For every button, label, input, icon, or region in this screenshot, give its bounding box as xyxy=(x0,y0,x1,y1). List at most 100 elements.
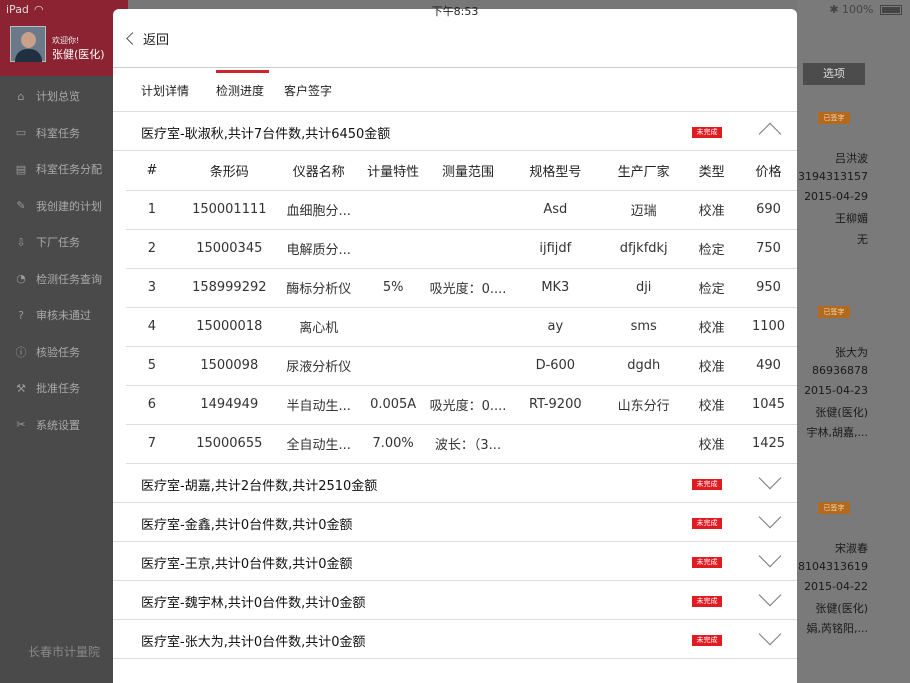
col-range: 测量范围 xyxy=(429,151,507,191)
table-row[interactable]: 6 1494949 半自动生... 0.005A 吸光度：0.... RT-9200 山东分… xyxy=(126,385,797,425)
cell-range xyxy=(429,229,507,269)
table-row[interactable]: 5 1500098 尿液分析仪 D-600 dgdh 校准 490 xyxy=(126,346,797,386)
sidebar-item-label: 计划总览 xyxy=(36,90,80,104)
signed-badge: 已签字 xyxy=(818,502,850,514)
bg-card-line: 张健(医化) xyxy=(815,406,868,419)
cell-model: ijfijdf xyxy=(506,229,605,269)
sidebar-item-dept-tasks[interactable]: ▭ 科室任务 xyxy=(0,115,128,152)
cell-instrument-name: 电解质分... xyxy=(280,229,357,269)
group-header[interactable]: 医疗室-王京,共计0台件数,共计0金额 未完成 xyxy=(113,542,797,581)
col-barcode: 条形码 xyxy=(177,151,281,191)
avatar xyxy=(10,26,46,62)
group-title: 医疗室-金鑫,共计0台件数,共计0金额 xyxy=(141,517,353,533)
bg-card-line: 王柳媚 xyxy=(835,212,868,225)
sidebar-item-task-query[interactable]: ◔ 检测任务查询 xyxy=(0,261,128,298)
status-badge: 未完成 xyxy=(692,595,722,607)
sidebar-item-label: 批准任务 xyxy=(36,382,80,396)
chevron-down-icon[interactable] xyxy=(758,583,782,606)
col-index: # xyxy=(126,151,178,191)
cell-price: 490 xyxy=(740,346,797,386)
cell-price: 690 xyxy=(740,190,797,230)
bg-card-line: 13194313157 xyxy=(791,170,868,183)
group-title: 医疗室-魏宇林,共计0台件数,共计0金额 xyxy=(141,595,366,611)
cell-index: 1 xyxy=(126,190,178,230)
sidebar-item-review-failed[interactable]: ? 审核未通过 xyxy=(0,297,128,334)
active-tab-indicator xyxy=(216,70,269,73)
cell-instrument-name: 离心机 xyxy=(280,307,357,347)
group-header[interactable]: 医疗室-金鑫,共计0台件数,共计0金额 未完成 xyxy=(113,503,797,542)
sidebar-item-label: 检测任务查询 xyxy=(36,272,102,286)
col-instrument-name: 仪器名称 xyxy=(280,151,357,191)
sidebar-item-approve-tasks[interactable]: ⚒ 批准任务 xyxy=(0,370,128,407)
group-header[interactable]: 医疗室-耿淑秋,共计7台件数,共计6450金额 未完成 xyxy=(113,112,797,151)
cell-barcode: 1494949 xyxy=(177,385,281,425)
cell-manufacturer: dfjkfdkj xyxy=(604,229,684,269)
cell-model: RT-9200 xyxy=(506,385,605,425)
cell-manufacturer xyxy=(604,424,684,464)
cell-type: 校准 xyxy=(683,346,741,386)
sidebar-item-settings[interactable]: ✂ 系统设置 xyxy=(0,407,128,444)
cell-barcode: 158999292 xyxy=(177,268,281,308)
sidebar-item-label: 我创建的计划 xyxy=(36,199,102,213)
cell-instrument-name: 酶标分析仪 xyxy=(280,268,357,308)
cell-model: ay xyxy=(506,307,605,347)
cell-metrology xyxy=(356,190,430,230)
clock-icon: ◔ xyxy=(16,272,26,286)
group-header[interactable]: 医疗室-胡嘉,共计2台件数,共计2510金额 未完成 xyxy=(113,464,797,503)
cell-range: 吸光度：0.... xyxy=(429,268,507,308)
col-metrology: 计量特性 xyxy=(356,151,430,191)
cell-range xyxy=(429,307,507,347)
sidebar-menu: ⌂ 计划总览 ▭ 科室任务 ▤ 科室任务分配 ✎ 我创建的计划 ⇩ 下厂任务 ◔… xyxy=(0,78,128,443)
sidebar-item-verify-tasks[interactable]: ⓘ 核验任务 xyxy=(0,334,128,371)
table-row[interactable]: 7 15000655 全自动生... 7.00% 波长：（3... 校准 1425 xyxy=(126,424,797,464)
bg-card-line: 宇林,胡嘉,... xyxy=(806,426,868,439)
sidebar-item-plan-overview[interactable]: ⌂ 计划总览 xyxy=(0,78,128,115)
chevron-down-icon[interactable] xyxy=(758,466,782,489)
welcome-text: 欢迎你! xyxy=(52,36,80,45)
back-button[interactable]: 返回 xyxy=(126,29,170,48)
cell-type: 校准 xyxy=(683,190,741,230)
cell-manufacturer: 迈瑞 xyxy=(604,190,684,230)
status-badge: 未完成 xyxy=(692,127,722,138)
options-button[interactable]: 选项 xyxy=(803,63,865,85)
sidebar-item-my-plans[interactable]: ✎ 我创建的计划 xyxy=(0,188,128,225)
bg-card-line: 吕洪波 xyxy=(835,152,868,165)
back-label: 返回 xyxy=(143,33,170,48)
sidebar-item-label: 核验任务 xyxy=(36,345,80,359)
cell-index: 3 xyxy=(126,268,178,308)
table-row[interactable]: 2 15000345 电解质分... ijfijdf dfjkfdkj 检定 750 xyxy=(126,229,797,269)
group-title: 医疗室-耿淑秋,共计7台件数,共计6450金额 xyxy=(141,127,391,142)
cell-index: 4 xyxy=(126,307,178,347)
cell-barcode: 1500098 xyxy=(177,346,281,386)
cell-type: 检定 xyxy=(683,229,741,269)
table-row[interactable]: 3 158999292 酶标分析仪 5% 吸光度：0.... MK3 dji 检定 950 xyxy=(126,268,797,308)
tab-bar: 计划详情 检测进度 客户签字 xyxy=(113,68,797,112)
bg-card-line: 张健(医化) xyxy=(815,602,868,615)
cell-range: 吸光度：0.... xyxy=(429,385,507,425)
cell-manufacturer: dgdh xyxy=(604,346,684,386)
bg-card-line: 18104313619 xyxy=(791,560,868,573)
group-header[interactable]: 医疗室-张大为,共计0台件数,共计0金额 未完成 xyxy=(113,620,797,659)
chevron-up-icon[interactable] xyxy=(758,122,782,146)
battery-percent: 100% xyxy=(842,3,874,16)
bg-card-line: 86936878 xyxy=(812,364,868,377)
chevron-down-icon[interactable] xyxy=(758,544,782,567)
tab-plan-details[interactable]: 计划详情 xyxy=(141,82,189,99)
group-title: 医疗室-王京,共计0台件数,共计0金额 xyxy=(141,556,353,572)
sidebar-item-factory-tasks[interactable]: ⇩ 下厂任务 xyxy=(0,224,128,261)
chevron-down-icon[interactable] xyxy=(758,505,782,528)
col-type: 类型 xyxy=(683,151,741,191)
cell-model xyxy=(506,424,605,464)
inbox-icon: ▤ xyxy=(15,162,27,176)
cell-metrology: 5% xyxy=(356,268,430,308)
table-row[interactable]: 4 15000018 离心机 ay sms 校准 1100 xyxy=(126,307,797,347)
table-row[interactable]: 1 150001111 血细胞分... Asd 迈瑞 校准 690 xyxy=(126,190,797,230)
tab-test-progress[interactable]: 检测进度 xyxy=(216,82,264,99)
signed-badge: 已签字 xyxy=(818,112,850,124)
chevron-down-icon[interactable] xyxy=(758,622,782,645)
cell-range xyxy=(429,346,507,386)
tab-customer-signature[interactable]: 客户签字 xyxy=(284,82,332,99)
cell-price: 1425 xyxy=(740,424,797,464)
sidebar-item-dept-task-assign[interactable]: ▤ 科室任务分配 xyxy=(0,151,128,188)
group-header[interactable]: 医疗室-魏宇林,共计0台件数,共计0金额 未完成 xyxy=(113,581,797,620)
